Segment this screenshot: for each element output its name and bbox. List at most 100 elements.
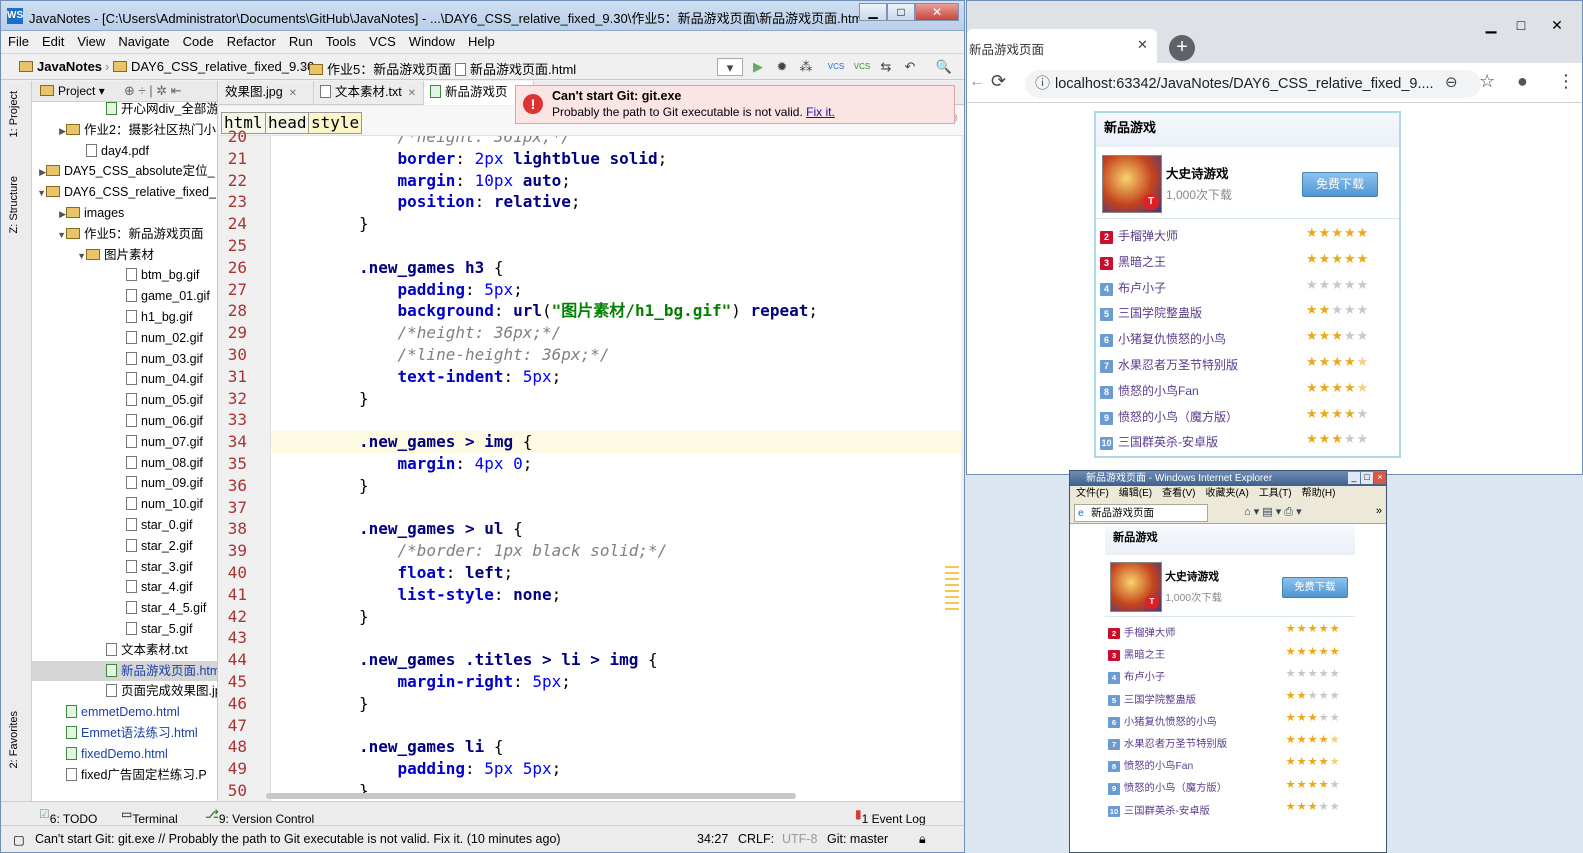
bookmark-star-icon[interactable]: ☆ (1479, 71, 1495, 92)
reload-icon[interactable]: ⟳ (991, 71, 1006, 92)
expand-arrow-icon[interactable]: ▼ (34, 183, 46, 203)
tree-item[interactable]: star_2.gif (32, 536, 217, 556)
new-tab-button[interactable]: + (1169, 35, 1195, 61)
featured-game-icon[interactable]: T (1110, 562, 1162, 612)
tree-item[interactable]: ▼ 作业5：新品游戏页面 (32, 224, 217, 245)
game-name-link[interactable]: 小猪复仇愤怒的小鸟 (1124, 717, 1217, 728)
game-name-link[interactable]: 愤怒的小鸟（魔方版） (1124, 783, 1227, 794)
horizontal-scrollbar[interactable] (266, 793, 796, 799)
ie-home-icon[interactable]: ⌂ ▾ ▤ ▾ ⎙ ▾ (1244, 505, 1302, 519)
game-name-link[interactable]: 愤怒的小鸟Fan (1124, 761, 1193, 772)
expand-arrow-icon[interactable]: ▼ (54, 225, 66, 245)
tree-item[interactable]: num_07.gif (32, 432, 217, 452)
status-toggle-icon[interactable]: ▢ (13, 832, 25, 847)
menu-file[interactable]: File (1, 31, 35, 53)
game-list-item[interactable]: 2 手榴弹大师 (1108, 624, 1175, 640)
tab-text-material[interactable]: 文本素材.txt ✕ (314, 81, 424, 105)
game-name-link[interactable]: 水果忍者万圣节特别版 (1124, 739, 1227, 750)
game-list-item[interactable]: 7 水果忍者万圣节特别版 (1100, 356, 1238, 373)
tree-item[interactable]: 页面完成效果图.jpg (32, 681, 217, 701)
tree-item[interactable]: fixed广告固定栏练习.P (32, 765, 217, 785)
git-branch[interactable]: Git: master (827, 832, 888, 846)
tree-item[interactable]: ▶ 作业2：摄影社区热门小 (32, 120, 217, 141)
ie-tab[interactable]: e 新品游戏页面 (1074, 504, 1208, 522)
code-line[interactable]: float: left; (271, 562, 961, 584)
free-download-button[interactable]: 免费下载 (1302, 172, 1378, 197)
expand-arrow-icon[interactable]: ▶ (34, 162, 46, 182)
expand-arrow-icon[interactable]: ▼ (74, 246, 86, 266)
address-bar[interactable]: ⓘ localhost:63342/JavaNotes/DAY6_CSS_rel… (1025, 70, 1481, 98)
game-list-item[interactable]: 4 布卢小子 (1100, 279, 1166, 296)
compare-icon[interactable]: ⇆ (877, 58, 895, 76)
tree-item[interactable]: num_10.gif (32, 494, 217, 514)
tree-item[interactable]: game_01.gif (32, 286, 217, 306)
nav-crumb-file[interactable]: 新品游戏页面.html (455, 59, 576, 78)
game-name-link[interactable]: 愤怒的小鸟（魔方版） (1118, 410, 1238, 424)
code-line[interactable]: border: 2px lightblue solid; (271, 148, 961, 170)
zoom-icon[interactable]: ⊖ (1445, 73, 1458, 91)
tab-effect-image[interactable]: 效果图.jpg ✕ (219, 81, 314, 105)
tree-item[interactable]: num_05.gif (32, 390, 217, 410)
featured-game-icon[interactable]: T (1102, 155, 1162, 213)
ie-minimize-button[interactable]: _ (1348, 472, 1360, 484)
code-line[interactable]: /*height: 361px;*/ (271, 136, 961, 148)
free-download-button[interactable]: 免费下载 (1282, 576, 1348, 599)
code-line[interactable] (271, 627, 961, 649)
game-name-link[interactable]: 布卢小子 (1124, 672, 1165, 683)
tree-item[interactable]: 新品游戏页面.html (32, 660, 217, 681)
code-line[interactable] (271, 235, 961, 257)
game-list-item[interactable]: 4 布卢小子 (1108, 668, 1165, 684)
vcs-update-icon[interactable]: VCS (827, 58, 845, 76)
code-line[interactable]: .new_games > img { (271, 431, 961, 453)
code-line[interactable]: } (271, 475, 961, 497)
game-list-item[interactable]: 9 愤怒的小鸟（魔方版） (1100, 408, 1238, 425)
tree-item[interactable]: ▶ images (32, 203, 217, 224)
tree-item[interactable]: Emmet语法练习.html (32, 723, 217, 743)
featured-game-name[interactable]: 大史诗游戏 (1165, 569, 1219, 584)
status-message[interactable]: Can't start Git: git.exe // Probably the… (35, 832, 561, 846)
chrome-close-button[interactable]: ✕ (1543, 17, 1571, 35)
menu-view[interactable]: View (70, 31, 111, 53)
close-button[interactable]: ✕ (915, 3, 959, 21)
tree-item[interactable]: num_09.gif (32, 473, 217, 493)
code-line[interactable] (271, 497, 961, 519)
vcs-commit-icon[interactable]: VCS (853, 58, 871, 76)
code-editor[interactable]: /*height: 361px;*/ border: 2px lightblue… (271, 136, 961, 801)
code-line[interactable]: .new_games h3 { (271, 257, 961, 279)
tree-item[interactable]: btm_bg.gif (32, 265, 217, 285)
tree-item[interactable]: num_04.gif (32, 369, 217, 389)
game-name-link[interactable]: 三国学院整蛊版 (1118, 306, 1202, 320)
game-name-link[interactable]: 手榴弹大师 (1118, 229, 1178, 243)
tree-item[interactable]: fixedDemo.html (32, 744, 217, 764)
tree-item[interactable]: day4.pdf (32, 141, 217, 161)
game-list-item[interactable]: 5 三国学院整蛊版 (1108, 691, 1196, 706)
menu-code[interactable]: Code (176, 31, 220, 53)
chrome-menu-icon[interactable]: ⋮ (1557, 71, 1575, 92)
code-line[interactable]: position: relative; (271, 191, 961, 213)
expand-arrow-icon[interactable]: ▶ (54, 121, 66, 141)
code-line[interactable]: .new_games li { (271, 736, 961, 758)
expand-arrow-icon[interactable]: ▶ (54, 204, 66, 224)
ie-menu-favorites[interactable]: 收藏夹(A) (1205, 488, 1248, 499)
ie-close-button[interactable]: × (1374, 472, 1386, 484)
event-log-button[interactable]: ▮ 1 Event Log (855, 807, 926, 826)
game-list-item[interactable]: 6 小猪复仇愤怒的小鸟 (1100, 330, 1226, 348)
structure-tool-tab[interactable]: Z: Structure (8, 176, 20, 233)
code-line[interactable]: /*line-height: 36px;*/ (271, 344, 961, 366)
game-name-link[interactable]: 三国群英杀-安卓版 (1118, 435, 1218, 449)
ie-more-icon[interactable]: » (1376, 505, 1382, 517)
tree-item[interactable]: star_5.gif (32, 619, 217, 639)
menu-refactor[interactable]: Refactor (220, 31, 282, 53)
featured-game-name[interactable]: 大史诗游戏 (1166, 163, 1229, 182)
panel-gear-icon[interactable]: ⊕ ÷ | ✲ ⇤ (124, 83, 182, 99)
nav-crumb-project[interactable]: JavaNotes (19, 59, 102, 74)
game-list-item[interactable]: 3 黑暗之王 (1100, 253, 1166, 270)
tree-item[interactable]: ▼ DAY6_CSS_relative_fixed_ (32, 182, 217, 203)
run-icon[interactable]: ▶ (749, 58, 767, 76)
menu-navigate[interactable]: Navigate (111, 31, 175, 53)
tree-item[interactable]: num_08.gif (32, 453, 217, 473)
menu-run[interactable]: Run (282, 31, 319, 53)
favorites-tool-tab[interactable]: 2: Favorites (8, 711, 20, 768)
ie-menu-help[interactable]: 帮助(H) (1302, 488, 1336, 499)
game-list-item[interactable]: 2 手榴弹大师 (1100, 227, 1178, 244)
